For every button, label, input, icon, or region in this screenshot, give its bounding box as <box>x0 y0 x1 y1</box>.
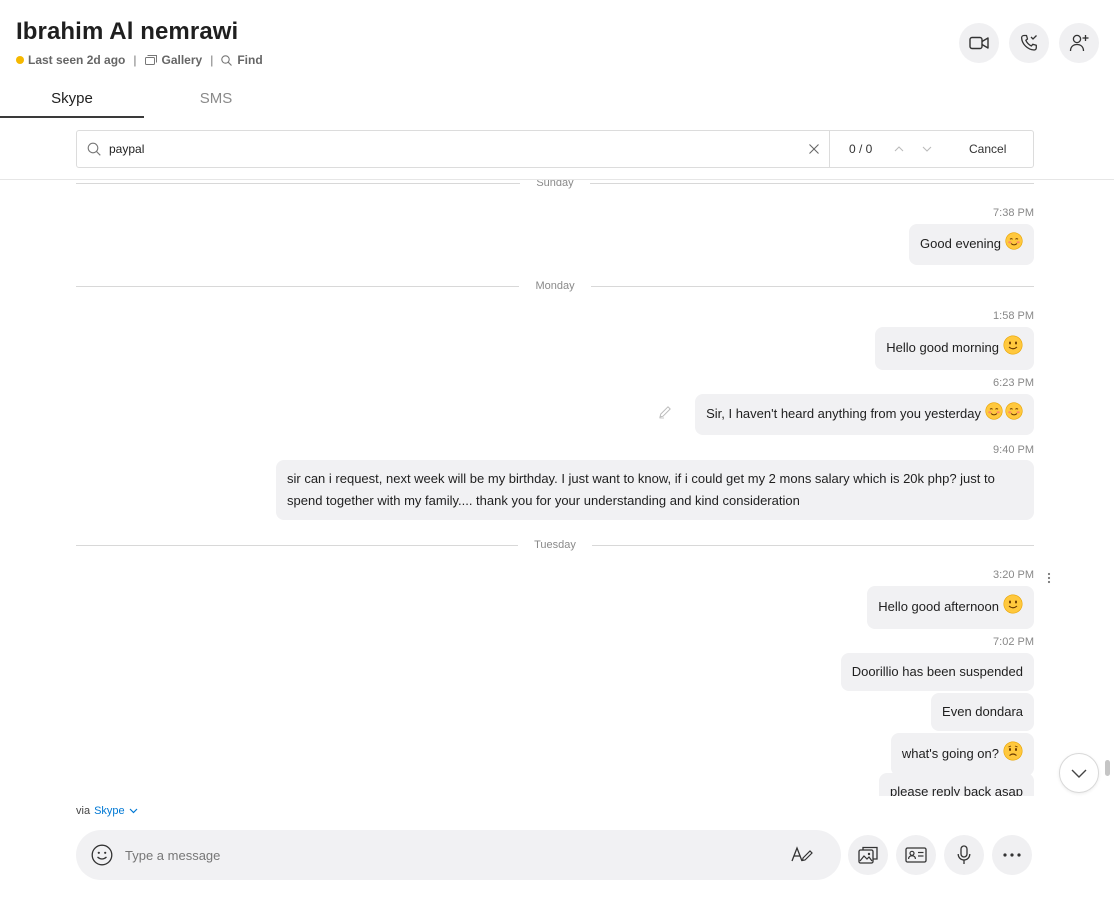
tab-skype[interactable]: Skype <box>0 82 144 118</box>
find-link[interactable]: Find <box>237 53 262 67</box>
message-bubble[interactable]: Even dondara <box>931 693 1034 731</box>
message-text: sir can i request, next week will be my … <box>287 471 995 508</box>
day-label: Monday <box>535 280 575 292</box>
gallery-icon <box>144 55 157 65</box>
gallery-link[interactable]: Gallery <box>162 53 203 67</box>
composer-tools <box>848 835 1032 875</box>
cancel-find-button[interactable]: Cancel <box>969 142 1006 156</box>
message-composer <box>76 830 841 880</box>
scroll-to-bottom-button[interactable] <box>1059 753 1099 793</box>
channel-tabs: Skype SMS <box>0 82 288 118</box>
day-label: Tuesday <box>534 539 576 551</box>
message-bubble[interactable]: sir can i request, next week will be my … <box>276 460 1034 520</box>
message-text: Hello good morning <box>886 339 999 355</box>
find-navigation <box>891 141 935 157</box>
message-bubble[interactable]: Doorillio has been suspended <box>840 653 1034 691</box>
send-contact-button[interactable] <box>896 835 936 875</box>
message-text: please reply back asap <box>890 784 1023 796</box>
more-horizontal-icon <box>1003 853 1021 857</box>
message-bubble[interactable]: Hello good afternoon <box>867 586 1034 629</box>
message-bubble[interactable]: Hello good morning <box>875 327 1034 370</box>
blush-emoji-icon <box>1005 232 1023 257</box>
chevron-down-icon <box>922 146 932 152</box>
message-time: 1:58 PM <box>993 310 1034 322</box>
contact-card-icon <box>905 847 927 863</box>
day-separator: Tuesday <box>76 538 1035 552</box>
message-bubble[interactable]: please reply back asap <box>879 773 1034 796</box>
presence-dot <box>16 56 24 64</box>
via-skype-dropdown[interactable]: Skype <box>94 805 138 817</box>
message-time: 3:20 PM <box>993 569 1034 581</box>
message-input[interactable] <box>125 847 785 863</box>
message-text: Doorillio has been suspended <box>851 664 1023 679</box>
microphone-icon <box>957 845 971 864</box>
edited-pencil-icon <box>658 405 672 419</box>
last-seen-status: Last seen 2d ago <box>28 53 126 67</box>
previous-result-button[interactable] <box>891 141 907 157</box>
search-icon <box>221 54 233 66</box>
blush-emoji-icon <box>985 402 1003 427</box>
message-time: 6:23 PM <box>993 377 1034 389</box>
contact-meta: Last seen 2d ago | Gallery | Find <box>16 53 263 67</box>
sad-emoji-icon <box>1003 741 1023 768</box>
contact-name[interactable]: Ibrahim Al nemrawi <box>16 18 238 46</box>
message-bubble[interactable]: Good evening <box>909 224 1034 265</box>
chevron-down-icon <box>129 808 138 814</box>
blush-emoji-icon <box>1005 402 1023 427</box>
chevron-down-icon <box>1071 769 1087 778</box>
tab-sms[interactable]: SMS <box>144 82 288 118</box>
message-options-icon[interactable] <box>1047 572 1051 584</box>
message-time: 9:40 PM <box>993 444 1034 456</box>
phone-icon <box>1020 34 1037 51</box>
video-camera-icon <box>969 36 989 50</box>
meta-separator: | <box>210 53 214 67</box>
search-icon <box>87 142 101 156</box>
message-text: what's going on? <box>901 745 999 761</box>
find-input[interactable] <box>109 142 799 156</box>
message-text: Even dondara <box>942 704 1023 719</box>
send-media-button[interactable] <box>848 835 888 875</box>
voice-message-button[interactable] <box>944 835 984 875</box>
add-people-button[interactable] <box>1059 23 1099 63</box>
smile-emoji-icon <box>1003 594 1023 621</box>
scrollbar-thumb[interactable] <box>1105 760 1110 776</box>
clear-search-icon[interactable] <box>809 144 819 154</box>
message-bubble[interactable]: what's going on? <box>890 733 1034 776</box>
find-bar: 0 / 0 Cancel <box>76 130 1034 168</box>
find-divider <box>829 131 830 167</box>
find-result-count: 0 / 0 <box>849 142 873 156</box>
message-text: Hello good afternoon <box>878 598 999 614</box>
message-text: Sir, I haven't heard anything from you y… <box>706 405 981 421</box>
spellcheck-icon[interactable] <box>791 846 813 864</box>
message-time: 7:02 PM <box>993 636 1034 648</box>
day-separator: Sunday <box>76 180 1034 190</box>
more-options-button[interactable] <box>992 835 1032 875</box>
smile-emoji-icon <box>1003 335 1023 362</box>
send-via-selector: via Skype <box>76 805 138 817</box>
message-list[interactable]: Sunday 7:38 PM Good evening Monday 1:58 … <box>0 180 1114 796</box>
next-result-button[interactable] <box>919 141 935 157</box>
emoji-picker-button[interactable] <box>91 844 113 866</box>
day-label: Sunday <box>536 180 574 189</box>
smiley-icon <box>91 844 113 866</box>
message-bubble[interactable]: Sir, I haven't heard anything from you y… <box>695 394 1034 435</box>
add-person-icon <box>1069 34 1089 52</box>
via-service-label: Skype <box>94 805 125 817</box>
chevron-up-icon <box>894 146 904 152</box>
via-prefix: via <box>76 805 91 817</box>
message-text: Good evening <box>920 235 1001 251</box>
message-time: 7:38 PM <box>993 207 1034 219</box>
day-separator: Monday <box>76 279 1035 293</box>
meta-separator: | <box>133 53 137 67</box>
image-attachment-icon <box>858 846 878 864</box>
video-call-button[interactable] <box>959 23 999 63</box>
audio-call-button[interactable] <box>1009 23 1049 63</box>
conversation-header: Ibrahim Al nemrawi Last seen 2d ago | Ga… <box>0 0 1114 118</box>
header-actions <box>959 23 1099 63</box>
